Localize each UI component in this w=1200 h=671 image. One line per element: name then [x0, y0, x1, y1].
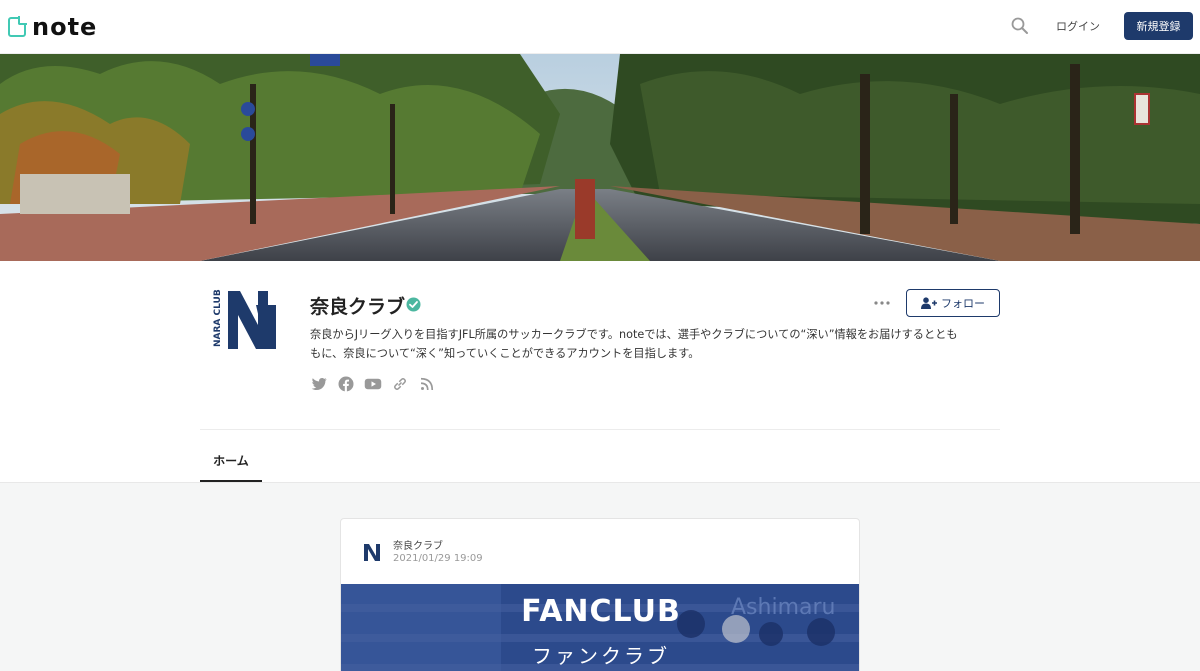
- post-card[interactable]: 奈良クラブ 2021/01/29 19:09 Ashimaru FANCLUB …: [340, 518, 860, 671]
- top-navigation-bar: note ログイン 新規登録: [0, 0, 1200, 54]
- banner-photo: [0, 54, 1200, 261]
- profile-divider: [200, 429, 1000, 430]
- profile-description-line: もに、奈良について“深く”知っていくことができるアカウントを目指します。: [310, 347, 700, 360]
- profile-description: 奈良からJリーグ入りを目指すJFL所属のサッカークラブです。noteでは、選手や…: [310, 325, 1000, 363]
- nara-club-logo: NARA CLUB: [213, 289, 276, 349]
- social-links: [310, 375, 445, 393]
- rss-icon[interactable]: [418, 375, 436, 393]
- note-logo[interactable]: note: [8, 13, 98, 41]
- post-author[interactable]: 奈良クラブ: [393, 537, 443, 552]
- nara-club-logo-text: NARA CLUB: [213, 289, 223, 347]
- follow-button[interactable]: フォロー: [906, 289, 1000, 317]
- verified-badge-icon: [406, 297, 421, 312]
- facebook-icon[interactable]: [337, 375, 355, 393]
- youtube-icon[interactable]: [364, 375, 382, 393]
- link-icon[interactable]: [391, 375, 409, 393]
- login-link[interactable]: ログイン: [1056, 18, 1100, 34]
- profile-name: 奈良クラブ: [310, 296, 406, 318]
- post-date: 2021/01/29 19:09: [393, 553, 483, 564]
- add-user-icon: [921, 297, 937, 309]
- note-logo-text: note: [32, 13, 98, 41]
- post-image-title: FANCLUB: [521, 594, 681, 629]
- profile-description-line: 奈良からJリーグ入りを目指すJFL所属のサッカークラブです。noteでは、選手や…: [310, 328, 958, 341]
- search-icon[interactable]: [1010, 16, 1030, 36]
- tab-home[interactable]: ホーム: [200, 440, 262, 482]
- profile-banner-image: [0, 54, 1200, 261]
- post-image-subtitle: ファンクラブ: [532, 644, 670, 668]
- signup-button[interactable]: 新規登録: [1124, 12, 1193, 40]
- twitter-icon[interactable]: [310, 375, 328, 393]
- more-options-icon[interactable]: [873, 294, 891, 312]
- post-thumbnail[interactable]: Ashimaru FANCLUB ファンクラブ: [341, 584, 859, 671]
- feed-area: 奈良クラブ 2021/01/29 19:09 Ashimaru FANCLUB …: [0, 482, 1200, 671]
- follow-button-label: フォロー: [941, 298, 985, 310]
- author-avatar[interactable]: [361, 541, 383, 563]
- note-logo-icon: [8, 16, 27, 37]
